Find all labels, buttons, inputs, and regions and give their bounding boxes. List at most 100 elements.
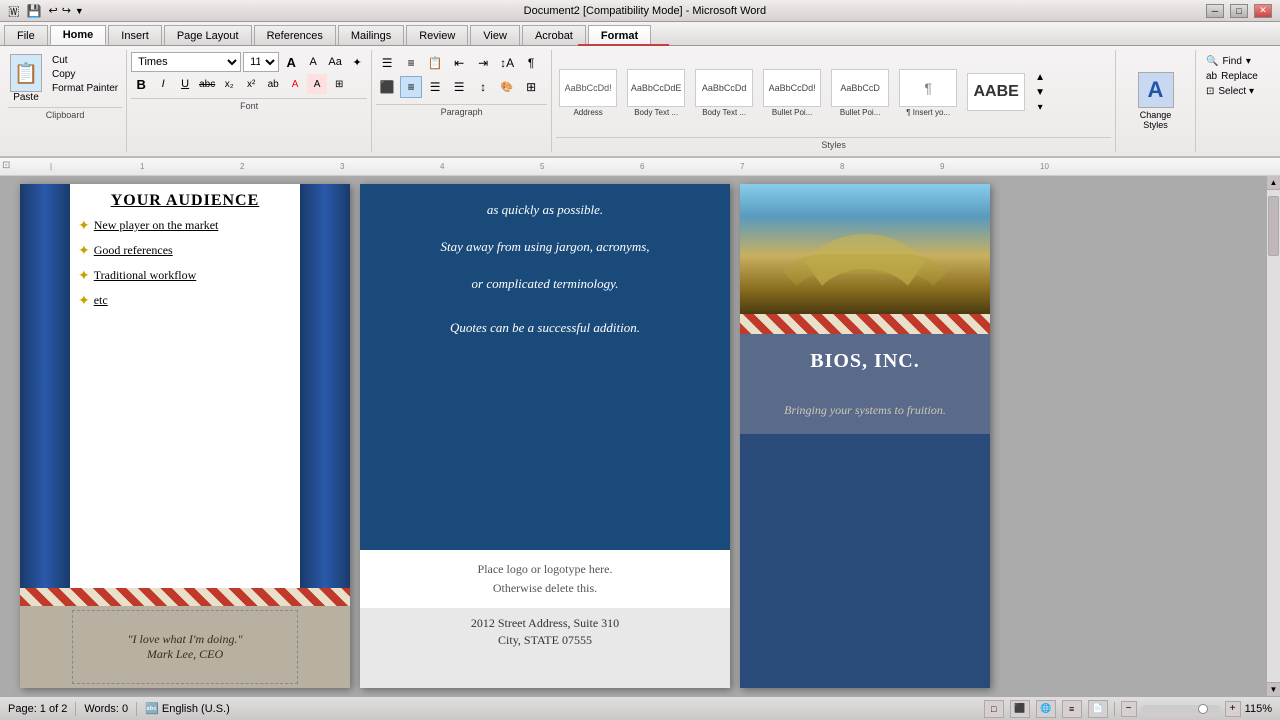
- justify-button[interactable]: ☰: [448, 76, 470, 98]
- style-bullet1[interactable]: AaBbCcDd! Bullet Poi...: [760, 66, 824, 120]
- change-case-button[interactable]: Aa: [325, 52, 345, 72]
- ruler-toggle[interactable]: ⊡: [2, 160, 10, 171]
- scroll-up-arrow[interactable]: ▲: [1267, 176, 1280, 190]
- tab-format[interactable]: Format: [588, 25, 651, 45]
- clipboard-group: 📋 Paste Cut Copy Format Painter Clipboar…: [4, 50, 127, 152]
- borders-button[interactable]: ⊞: [520, 76, 542, 98]
- zoom-out-button[interactable]: −: [1121, 701, 1137, 717]
- numbering-button[interactable]: ≡: [400, 52, 422, 74]
- panel2-text2: Stay away from using jargon, acronyms,: [380, 229, 710, 266]
- styles-scroll-down[interactable]: ▼: [1032, 86, 1048, 99]
- shrink-font-button[interactable]: A: [303, 52, 323, 72]
- panel2-text1: as quickly as possible.: [380, 192, 710, 229]
- styles-scroll-up[interactable]: ▲: [1032, 71, 1048, 84]
- document-panel-3[interactable]: BIOS, INC. Bringing your systems to frui…: [740, 184, 990, 688]
- zoom-in-button[interactable]: +: [1225, 701, 1241, 717]
- status-sep-2: [136, 702, 137, 716]
- increase-indent-button[interactable]: ⇥: [472, 52, 494, 74]
- tab-pagelayout[interactable]: Page Layout: [164, 25, 252, 45]
- replace-button[interactable]: ab Replace: [1200, 69, 1272, 84]
- shading-para-button[interactable]: 🎨: [496, 76, 518, 98]
- style-bodytext2[interactable]: AaBbCcDd Body Text ...: [692, 66, 756, 120]
- style-bullet2-label: Bullet Poi...: [840, 108, 880, 117]
- style-bullet2[interactable]: AaBbCcD Bullet Poi...: [828, 66, 892, 120]
- statusbar: Page: 1 of 2 Words: 0 🔤 English (U.S.) □…: [0, 696, 1280, 720]
- font-color-button[interactable]: A: [285, 74, 305, 94]
- scroll-thumb[interactable]: [1268, 196, 1279, 256]
- web-layout-btn[interactable]: 🌐: [1036, 700, 1056, 718]
- format-painter-button[interactable]: Format Painter: [48, 82, 122, 95]
- bullets-button[interactable]: ☰: [376, 52, 398, 74]
- find-button[interactable]: 🔍 Find▾: [1200, 54, 1272, 69]
- vertical-scrollbar[interactable]: ▲ ▼: [1266, 176, 1280, 696]
- copy-button[interactable]: Copy: [48, 68, 122, 81]
- tab-file[interactable]: File: [4, 25, 48, 45]
- zoom-thumb[interactable]: [1198, 704, 1208, 714]
- zoom-area: − + 115%: [1121, 701, 1272, 717]
- bullet-sym-2: ✦: [78, 243, 90, 260]
- zoom-slider[interactable]: [1141, 705, 1221, 713]
- spell-check-icon[interactable]: 🔤: [145, 703, 159, 715]
- quick-save[interactable]: 💾: [27, 4, 42, 18]
- grow-font-button[interactable]: A: [281, 52, 301, 72]
- paste-button[interactable]: 📋 Paste: [8, 54, 44, 103]
- tab-acrobat[interactable]: Acrobat: [522, 25, 586, 45]
- tab-mailings[interactable]: Mailings: [338, 25, 404, 45]
- customize-btn[interactable]: ▼: [75, 6, 84, 16]
- ribbon: 📋 Paste Cut Copy Format Painter Clipboar…: [0, 46, 1280, 158]
- strikethrough-button[interactable]: abc: [197, 74, 217, 94]
- bullet-item-1: ✦ New player on the market: [70, 214, 300, 239]
- tab-home[interactable]: Home: [50, 25, 107, 45]
- tab-view[interactable]: View: [470, 25, 520, 45]
- style-insert-preview: ¶: [899, 69, 957, 107]
- italic-button[interactable]: I: [153, 74, 173, 94]
- photo-area: [740, 184, 990, 314]
- editing-group: 🔍 Find▾ ab Replace ⊡ Select ▾: [1196, 50, 1276, 152]
- style-bodytext1[interactable]: AaBbCcDdE Body Text ...: [624, 66, 688, 120]
- align-center-button[interactable]: ≡: [400, 76, 422, 98]
- style-address[interactable]: AaBbCcDd! Address: [556, 66, 620, 120]
- align-right-button[interactable]: ☰: [424, 76, 446, 98]
- document-panel-2[interactable]: as quickly as possible. Stay away from u…: [360, 184, 730, 688]
- clear-formatting-button[interactable]: ✦: [347, 52, 367, 72]
- redo-btn[interactable]: ↪: [62, 4, 71, 17]
- draft-btn[interactable]: 📄: [1088, 700, 1108, 718]
- show-marks-button[interactable]: ¶: [520, 52, 542, 74]
- underline-button[interactable]: U: [175, 74, 195, 94]
- select-button[interactable]: ⊡ Select ▾: [1200, 84, 1272, 99]
- styles-group: AaBbCcDd! Address AaBbCcDdE Body Text ..…: [552, 50, 1116, 152]
- border-button[interactable]: ⊞: [329, 74, 349, 94]
- bold-button[interactable]: B: [131, 74, 151, 94]
- font-size-select[interactable]: 11 10 12: [243, 52, 279, 72]
- panel2-text4: Quotes can be a successful addition.: [380, 310, 710, 347]
- tab-references[interactable]: References: [254, 25, 336, 45]
- outline-btn[interactable]: ≡: [1062, 700, 1082, 718]
- tab-review[interactable]: Review: [406, 25, 468, 45]
- undo-btn[interactable]: ↩: [48, 4, 57, 17]
- text-highlight-button[interactable]: ab: [263, 74, 283, 94]
- shading-button[interactable]: A: [307, 74, 327, 94]
- styles-more[interactable]: ▾: [1032, 101, 1048, 114]
- document-panel-1[interactable]: YOUR AUDIENCE ✦ New player on the market…: [20, 184, 350, 688]
- scroll-down-arrow[interactable]: ▼: [1267, 682, 1280, 696]
- close-button[interactable]: ✕: [1254, 4, 1272, 18]
- decrease-indent-button[interactable]: ⇤: [448, 52, 470, 74]
- style-aabe[interactable]: AABE: [964, 70, 1028, 115]
- change-styles-button[interactable]: A Change Styles: [1136, 70, 1176, 132]
- word-icon: 🇼: [8, 3, 20, 19]
- tab-insert[interactable]: Insert: [108, 25, 162, 45]
- subscript-button[interactable]: x₂: [219, 74, 239, 94]
- line-spacing-button[interactable]: ↕: [472, 76, 494, 98]
- sort-button[interactable]: ↕A: [496, 52, 518, 74]
- print-layout-btn[interactable]: □: [984, 700, 1004, 718]
- font-name-select[interactable]: Times Arial Calibri: [131, 52, 241, 72]
- align-left-button[interactable]: ⬛: [376, 76, 398, 98]
- maximize-button[interactable]: □: [1230, 4, 1248, 18]
- minimize-button[interactable]: ─: [1206, 4, 1224, 18]
- style-insert[interactable]: ¶ ¶ Insert yo...: [896, 66, 960, 120]
- fullscreen-btn[interactable]: ⬛: [1010, 700, 1030, 718]
- multilevel-button[interactable]: 📋: [424, 52, 446, 74]
- right-stripe-bar: [740, 314, 990, 334]
- cut-button[interactable]: Cut: [48, 54, 122, 67]
- superscript-button[interactable]: x²: [241, 74, 261, 94]
